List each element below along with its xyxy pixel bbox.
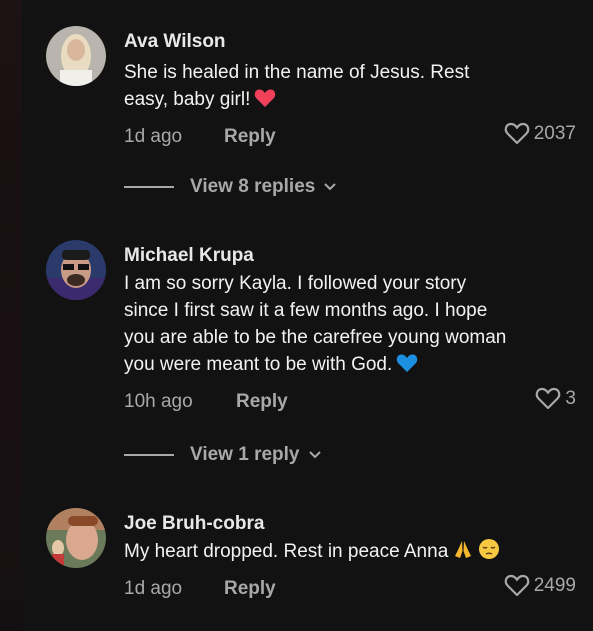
red-heart-icon	[254, 88, 276, 116]
comment-time: 1d ago	[124, 578, 183, 599]
comment-meta: 1d ago Reply 2037	[124, 122, 576, 152]
view-replies-label: View 8 replies	[190, 176, 316, 197]
heart-outline-icon	[504, 574, 529, 597]
like-button[interactable]: 2499	[504, 574, 576, 597]
divider-line	[124, 454, 174, 456]
comment-author[interactable]: Ava Wilson	[124, 30, 576, 54]
avatar[interactable]	[46, 26, 106, 86]
like-button[interactable]: 3	[535, 387, 576, 410]
folded-hands-icon	[452, 538, 474, 568]
reply-button[interactable]: Reply	[236, 391, 288, 413]
like-button[interactable]: 2037	[504, 122, 576, 145]
view-replies-button[interactable]: View 8 replies	[124, 176, 337, 198]
like-count: 3	[565, 387, 576, 409]
divider-line	[124, 186, 174, 188]
avatar[interactable]	[46, 240, 106, 300]
chevron-down-icon	[323, 176, 337, 198]
comment-author[interactable]: Joe Bruh-cobra	[124, 512, 576, 536]
background-strip	[0, 0, 22, 631]
chevron-down-icon	[308, 444, 322, 466]
comment-text: She is healed in the name of Jesus. Rest…	[124, 59, 576, 116]
comment-text: I am so sorry Kayla. I followed your sto…	[124, 270, 576, 381]
comment-text: My heart dropped. Rest in peace Anna	[124, 538, 576, 568]
reply-button[interactable]: Reply	[224, 126, 276, 148]
like-count: 2037	[533, 122, 576, 144]
pensive-face-icon	[478, 538, 500, 568]
comment-author[interactable]: Michael Krupa	[124, 244, 576, 268]
comment-time: 1d ago	[124, 126, 183, 147]
heart-outline-icon	[504, 122, 529, 145]
comment-meta: 10h ago Reply 3	[124, 387, 576, 417]
reply-button[interactable]: Reply	[224, 578, 276, 600]
heart-outline-icon	[536, 387, 561, 410]
comments-panel: Ava Wilson She is healed in the name of …	[22, 0, 593, 631]
comment-meta: 1d ago Reply 2499	[124, 574, 576, 604]
like-count: 2499	[533, 574, 576, 596]
avatar[interactable]	[46, 508, 106, 568]
view-replies-button[interactable]: View 1 reply	[124, 444, 322, 466]
blue-heart-icon	[396, 353, 418, 381]
view-replies-label: View 1 reply	[190, 444, 300, 465]
comment-time: 10h ago	[124, 391, 193, 412]
